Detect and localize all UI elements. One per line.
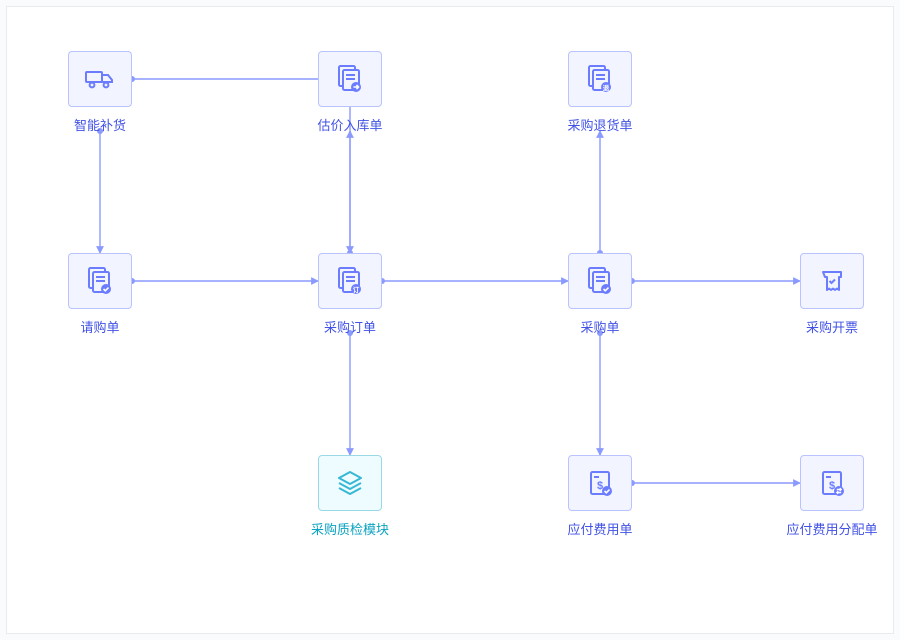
doc-order-icon — [333, 264, 367, 298]
node-purchase_slip[interactable]: 采购单 — [545, 253, 655, 336]
doc-check-icon — [583, 264, 617, 298]
node-box — [568, 253, 632, 309]
node-purchase_request[interactable]: 请购单 — [45, 253, 155, 336]
node-box — [68, 51, 132, 107]
node-label: 智能补货 — [74, 115, 126, 134]
node-box — [68, 253, 132, 309]
node-label: 应付费用分配单 — [786, 519, 877, 538]
receipt-icon — [815, 264, 849, 298]
node-box — [800, 455, 864, 511]
node-label: 估价入库单 — [317, 115, 382, 134]
diagram-canvas: 智能补货请购单 估价入库单采购订单采购质检模块 采购退货单采购单应付费用单 采购开票应… — [6, 6, 894, 634]
node-box — [318, 455, 382, 511]
node-payable_fee[interactable]: 应付费用单 — [545, 455, 655, 538]
node-qc_module[interactable]: 采购质检模块 — [295, 455, 405, 538]
node-label: 采购单 — [580, 317, 619, 336]
doc-return-icon — [583, 62, 617, 96]
node-label: 采购订单 — [324, 317, 376, 336]
node-purchase_return[interactable]: 采购退货单 — [545, 51, 655, 134]
node-label: 采购质检模块 — [311, 519, 389, 538]
node-purchase_invoice[interactable]: 采购开票 — [777, 253, 887, 336]
node-label: 请购单 — [80, 317, 119, 336]
node-box — [318, 253, 382, 309]
node-label: 应付费用单 — [567, 519, 632, 538]
node-smart_restock[interactable]: 智能补货 — [45, 51, 155, 134]
node-box — [568, 455, 632, 511]
doc-share-icon — [815, 466, 849, 500]
doc-money-icon — [583, 466, 617, 500]
layers-icon — [333, 466, 367, 500]
truck-icon — [83, 62, 117, 96]
node-box — [800, 253, 864, 309]
node-fee_alloc[interactable]: 应付费用分配单 — [777, 455, 887, 538]
node-label: 采购退货单 — [567, 115, 632, 134]
node-box — [568, 51, 632, 107]
doc-check-icon — [83, 264, 117, 298]
node-box — [318, 51, 382, 107]
node-purchase_order[interactable]: 采购订单 — [295, 253, 405, 336]
doc-arrow-icon — [333, 62, 367, 96]
node-estimated_inbound[interactable]: 估价入库单 — [295, 51, 405, 134]
node-label: 采购开票 — [806, 317, 858, 336]
